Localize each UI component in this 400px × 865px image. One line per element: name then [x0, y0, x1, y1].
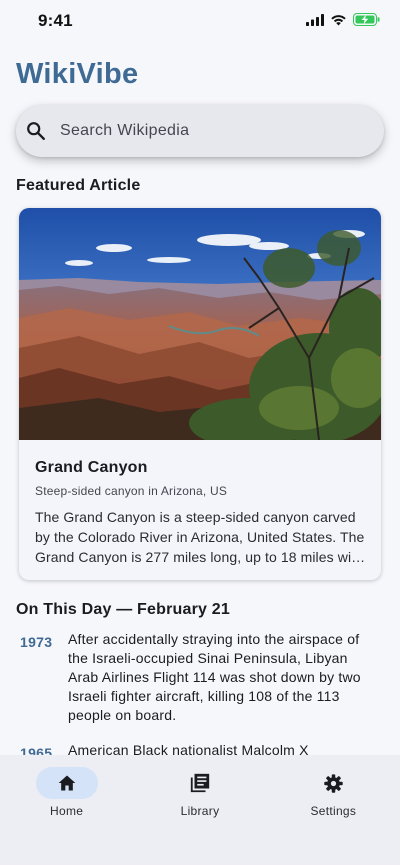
on-this-day-title: On This Day — February 21 [16, 601, 230, 618]
app-title: WikiVibe [16, 58, 139, 90]
event-year: 1973 [20, 634, 53, 650]
featured-section-title: Featured Article [16, 177, 141, 194]
featured-article-card[interactable]: Grand Canyon Steep-sided canyon in Arizo… [19, 208, 381, 580]
settings-icon[interactable] [321, 771, 345, 795]
event-text: After accidentally straying into the air… [68, 631, 361, 723]
home-icon[interactable] [55, 771, 79, 795]
nav-label-home: Home [50, 804, 84, 818]
cellular-signal-icon [306, 13, 324, 26]
library-icon[interactable] [188, 771, 212, 795]
status-icons [306, 13, 380, 26]
nav-item-home[interactable]: Home [0, 755, 133, 835]
status-time: 9:41 [38, 11, 73, 30]
event-text: American Black nationalist Malcolm X [68, 742, 309, 755]
featured-article-image [19, 208, 381, 440]
list-item[interactable]: 1973 After accidentally straying into th… [0, 630, 400, 725]
app-screen: 9:41 WikiVibe Search Wikipedia Featured … [0, 0, 400, 865]
nav-label-library: Library [180, 804, 220, 818]
list-item[interactable]: 1965 American Black nationalist Malcolm … [0, 741, 400, 755]
search-input[interactable] [60, 122, 360, 140]
status-bar: 9:41 [0, 0, 400, 44]
search-icon[interactable] [24, 119, 48, 143]
nav-label-settings: Settings [310, 804, 357, 818]
featured-article-title: Grand Canyon [35, 459, 148, 476]
nav-item-settings[interactable]: Settings [267, 755, 400, 835]
bottom-navigation-bar: Home Library Settings [0, 755, 400, 865]
featured-article-extract: The Grand Canyon is a steep-sided canyon… [35, 509, 367, 565]
wifi-icon [331, 14, 346, 25]
on-this-day-list: 1973 After accidentally straying into th… [0, 630, 400, 755]
featured-article-subtitle: Steep-sided canyon in Arizona, US [35, 484, 228, 498]
search-bar[interactable] [16, 105, 384, 157]
battery-charging-icon [353, 13, 380, 26]
nav-item-library[interactable]: Library [133, 755, 266, 835]
event-year: 1965 [20, 745, 53, 755]
